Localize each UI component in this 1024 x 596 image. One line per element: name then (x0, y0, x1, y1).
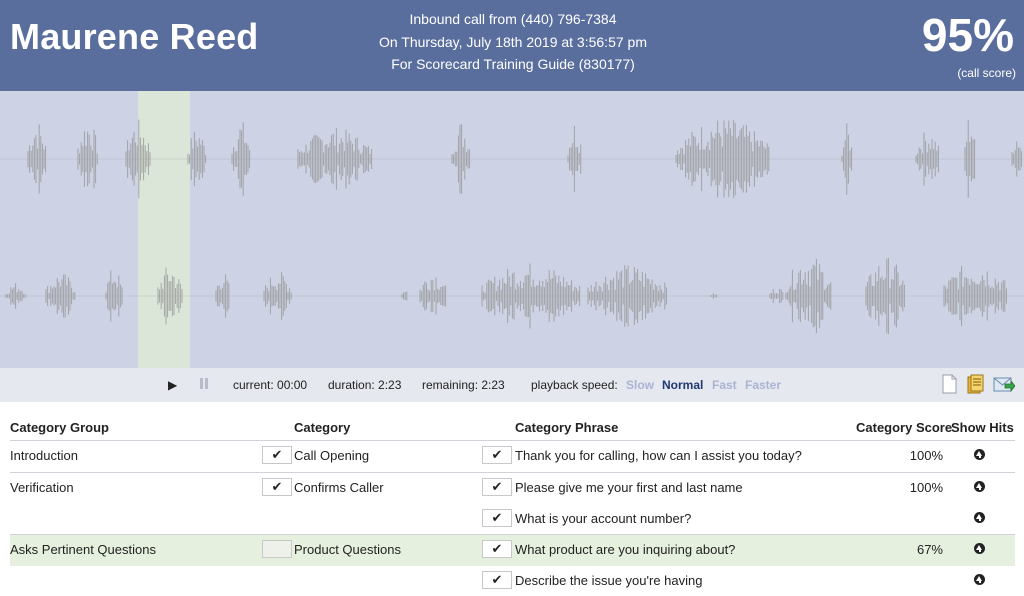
scorecard-name: For Scorecard Training Guide (830177) (391, 56, 635, 72)
category-phrase: Describe the issue you're having (515, 573, 703, 588)
caller-name: Maurene Reed (10, 16, 259, 57)
speed-fast[interactable]: Fast (712, 378, 737, 392)
category-score: 67% (916, 542, 943, 557)
call-header: Maurene Reed Inbound call from (440) 796… (0, 0, 1024, 91)
category-name: Confirms Caller (294, 480, 384, 495)
play-button[interactable]: ▶ (168, 378, 177, 392)
audio-waveform[interactable] (0, 91, 1024, 368)
pause-button[interactable] (200, 378, 212, 390)
current-time: current: 00:00 (233, 378, 308, 392)
playback-speed-label: playback speed: (531, 378, 618, 392)
table-row: Verification ✔ Confirms Caller ✔ Please … (10, 473, 1015, 504)
remaining-time: remaining: 2:23 (422, 378, 505, 392)
category-checkbox[interactable] (262, 540, 292, 558)
playhead-region[interactable] (138, 91, 190, 368)
table-row: Introduction ✔ Call Opening ✔ Thank you … (10, 441, 1015, 472)
call-score-caption: (call score) (957, 66, 1016, 80)
player-controls: ▶ current: 00:00 duration: 2:23 remainin… (0, 368, 1024, 402)
header-category-phrase: Category Phrase (515, 420, 619, 435)
phrase-checkbox[interactable]: ✔ (482, 571, 512, 589)
header-show-hits: Show Hits (951, 420, 1014, 435)
category-name: Product Questions (294, 542, 401, 557)
category-checkbox[interactable]: ✔ (262, 478, 292, 496)
category-phrase: What product are you inquiring about? (515, 542, 736, 557)
show-hits-icon[interactable] (974, 481, 985, 492)
duration: duration: 2:23 (328, 378, 402, 392)
email-icon[interactable] (993, 374, 1015, 394)
category-name: Call Opening (294, 448, 370, 463)
table-row: ✔ Describe the issue you're having (10, 566, 1015, 596)
category-group: Introduction (10, 448, 78, 463)
call-source: Inbound call from (440) 796-7384 (409, 11, 617, 27)
call-date: On Thursday, July 18th 2019 at 3:56:57 p… (379, 33, 647, 50)
speed-normal[interactable]: Normal (662, 378, 703, 392)
phrase-checkbox[interactable]: ✔ (482, 509, 512, 527)
category-group: Verification (10, 480, 74, 495)
call-score: 95% (921, 9, 1014, 61)
table-row: Asks Pertinent Questions Product Questio… (10, 535, 1015, 566)
show-hits-icon[interactable] (974, 449, 985, 460)
category-phrase: Thank you for calling, how can I assist … (515, 448, 802, 463)
show-hits-icon[interactable] (974, 512, 985, 523)
call-info: Inbound call from (440) 796-7384 On Thur… (300, 8, 726, 76)
table-row: ✔ What is your account number? (10, 504, 1015, 535)
header-category-score: Category Score (856, 420, 953, 435)
header-category: Category (294, 420, 351, 435)
document-icon[interactable] (940, 374, 958, 394)
category-checkbox[interactable]: ✔ (262, 446, 292, 464)
phrase-checkbox[interactable]: ✔ (482, 540, 512, 558)
category-group: Asks Pertinent Questions (10, 542, 156, 557)
notes-icon[interactable] (966, 374, 984, 394)
category-score: 100% (909, 480, 943, 495)
category-score: 100% (909, 448, 943, 463)
category-phrase: Please give me your first and last name (515, 480, 743, 495)
show-hits-icon[interactable] (974, 574, 985, 585)
speed-slow[interactable]: Slow (626, 378, 654, 392)
header-category-group: Category Group (10, 420, 109, 435)
phrase-checkbox[interactable]: ✔ (482, 446, 512, 464)
pause-icon (200, 378, 203, 389)
category-phrase: What is your account number? (515, 511, 692, 526)
show-hits-icon[interactable] (974, 543, 985, 554)
speed-faster[interactable]: Faster (745, 378, 781, 392)
phrase-checkbox[interactable]: ✔ (482, 478, 512, 496)
play-icon: ▶ (168, 378, 178, 392)
waveform-graphic[interactable] (0, 91, 1024, 368)
